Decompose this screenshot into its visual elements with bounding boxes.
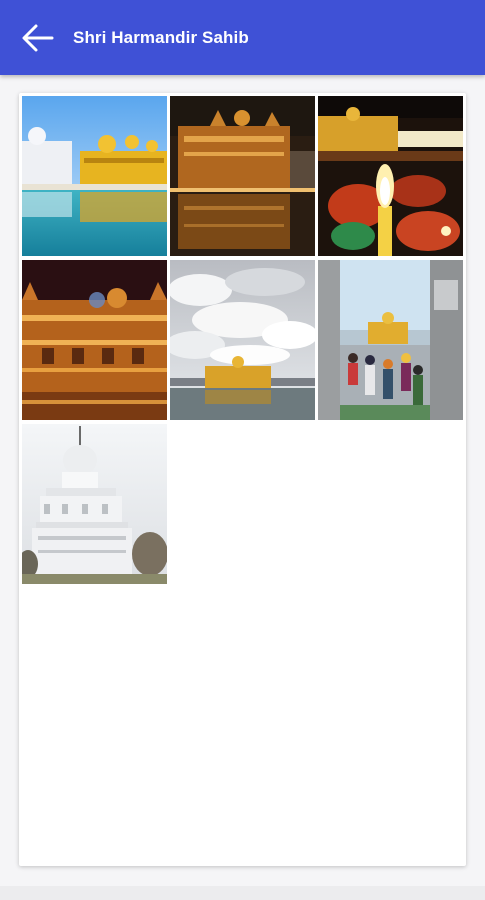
photo-golden-temple-illuminated[interactable] [22,260,167,420]
gallery-card [19,93,466,866]
app-bar: Shri Harmandir Sahib [0,0,485,75]
photo-golden-temple-night-reflection[interactable] [170,96,315,256]
photo-golden-temple-day-reflection[interactable] [22,96,167,256]
page-title: Shri Harmandir Sahib [73,27,249,47]
photo-golden-temple-cloudy-sky[interactable] [170,260,315,420]
arrow-left-icon [22,24,54,51]
photo-grid [22,96,463,584]
bottom-strip [0,886,485,900]
back-button[interactable] [18,18,58,58]
photo-golden-temple-pilgrims[interactable] [318,260,463,420]
photo-white-gurdwara-tower[interactable] [22,424,167,584]
photo-golden-temple-diyas[interactable] [318,96,463,256]
